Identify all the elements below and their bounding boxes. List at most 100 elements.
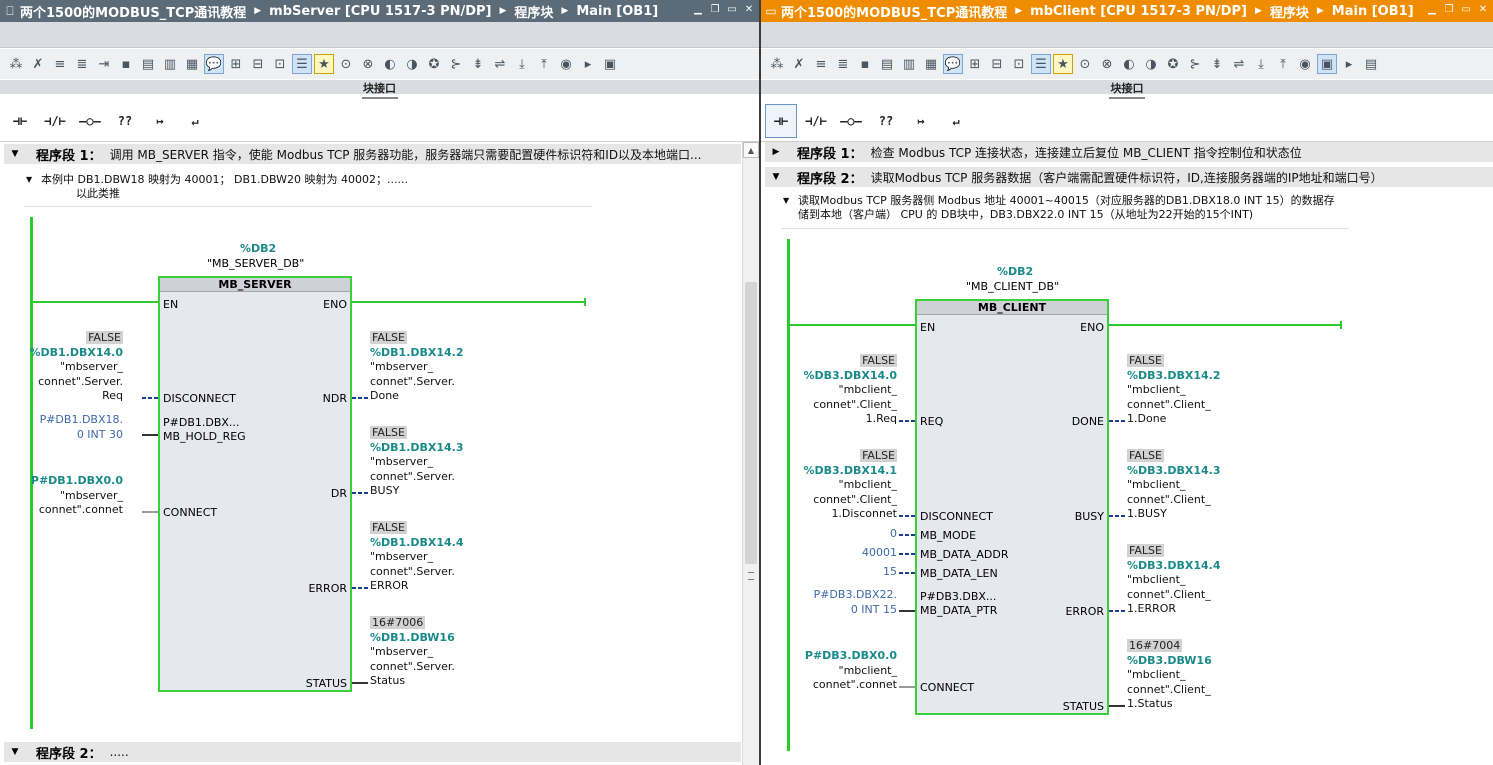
symbol-info-icon[interactable]: ▦ bbox=[182, 54, 202, 74]
expand-networks-icon[interactable]: ⊞ bbox=[226, 54, 246, 74]
ladder-editor[interactable]: ▼ 程序段 1： 调用 MB_SERVER 指令，使能 Modbus TCP 服… bbox=[4, 142, 741, 765]
next-bookmark-icon[interactable]: ◑ bbox=[1141, 54, 1161, 74]
bookmark-set-icon[interactable]: ⊙ bbox=[336, 54, 356, 74]
upload-icon[interactable]: ⤒ bbox=[1273, 54, 1293, 74]
monitor-icon[interactable]: ✪ bbox=[1163, 54, 1183, 74]
monitoring-on-icon[interactable]: ▣ bbox=[1317, 54, 1337, 74]
absolute-address-icon[interactable]: ▤ bbox=[138, 54, 158, 74]
monitoring-icon[interactable]: ◉ bbox=[1295, 54, 1315, 74]
more-icon[interactable]: ▸ bbox=[1339, 54, 1359, 74]
status-operand[interactable]: 16#7004 %DB3.DBW16 "mbclient_ connet".Cl… bbox=[1127, 639, 1212, 712]
close-branch-icon[interactable]: ↵ bbox=[179, 104, 211, 138]
monitor-icon[interactable]: ✪ bbox=[424, 54, 444, 74]
error-operand[interactable]: FALSE %DB1.DBX14.4 "mbserver_ connet".Se… bbox=[370, 521, 464, 594]
bookmark-clear-icon[interactable]: ⊗ bbox=[358, 54, 378, 74]
add-row-icon[interactable]: ≣ bbox=[833, 54, 853, 74]
minimize-icon[interactable]: ▁ bbox=[1426, 3, 1438, 16]
instance-db-name[interactable]: "MB_CLIENT_DB" bbox=[966, 280, 1059, 293]
comment-toggle-icon[interactable]: 💬 bbox=[204, 54, 224, 74]
close-icon[interactable]: ✕ bbox=[743, 3, 755, 16]
network-comments-icon[interactable]: ☰ bbox=[1031, 54, 1051, 74]
insert-row-icon[interactable]: ≡ bbox=[811, 54, 831, 74]
instance-db-address[interactable]: %DB2 bbox=[240, 242, 276, 255]
data-ptr-operand[interactable]: P#DB3.DBX22. 0 INT 15 bbox=[814, 588, 897, 617]
network-comments-icon[interactable]: ☰ bbox=[292, 54, 312, 74]
breadcrumb-device[interactable]: mbClient [CPU 1517-3 PN/DP] bbox=[1030, 4, 1247, 19]
update-calls-icon[interactable]: ⇌ bbox=[1229, 54, 1249, 74]
ndr-operand[interactable]: FALSE %DB1.DBX14.2 "mbserver_ connet".Se… bbox=[370, 331, 464, 404]
absolute-address-icon[interactable]: ▤ bbox=[877, 54, 897, 74]
disconnect-operand[interactable]: FALSE %DB1.DBX14.0 "mbserver_ connet".Se… bbox=[29, 331, 123, 404]
block-interface-bar[interactable]: 块接口 bbox=[0, 80, 759, 99]
prev-bookmark-icon[interactable]: ◐ bbox=[380, 54, 400, 74]
data-addr-operand[interactable]: 40001 bbox=[862, 546, 897, 561]
instance-db-name[interactable]: "MB_SERVER_DB" bbox=[207, 257, 304, 270]
insert-network-icon[interactable]: ⁂ bbox=[6, 54, 26, 74]
next-bookmark-icon[interactable]: ◑ bbox=[402, 54, 422, 74]
req-operand[interactable]: FALSE %DB3.DBX14.0 "mbclient_ connet".Cl… bbox=[803, 354, 897, 427]
collapse-networks-icon[interactable]: ⊟ bbox=[987, 54, 1007, 74]
empty-box-icon[interactable]: ?? bbox=[870, 104, 902, 138]
reset-icon[interactable]: ▪ bbox=[855, 54, 875, 74]
close-icon[interactable]: ✕ bbox=[1477, 3, 1489, 16]
dr-operand[interactable]: FALSE %DB1.DBX14.3 "mbserver_ connet".Se… bbox=[370, 426, 464, 499]
connect-operand[interactable]: P#DB3.DBX0.0 "mbclient_ connet".connet bbox=[805, 649, 897, 693]
breadcrumb-device[interactable]: mbServer [CPU 1517-3 PN/DP] bbox=[269, 4, 491, 19]
close-branch-icon[interactable]: ↵ bbox=[940, 104, 972, 138]
open-branch-icon[interactable]: ↦ bbox=[905, 104, 937, 138]
upload-icon[interactable]: ⤒ bbox=[534, 54, 554, 74]
tag-info-icon[interactable]: ⊡ bbox=[1009, 54, 1029, 74]
symbolic-address-icon[interactable]: ▥ bbox=[899, 54, 919, 74]
restore-icon[interactable]: ❐ bbox=[709, 3, 721, 16]
error-operand[interactable]: FALSE %DB3.DBX14.4 "mbclient_ connet".Cl… bbox=[1127, 544, 1221, 617]
favorites-icon[interactable]: ★ bbox=[314, 54, 334, 74]
download-icon[interactable]: ⤓ bbox=[1251, 54, 1271, 74]
scroll-up-icon[interactable]: ▲ bbox=[743, 142, 759, 158]
insert-row-icon[interactable]: ≡ bbox=[50, 54, 70, 74]
restore-icon[interactable]: ❐ bbox=[1443, 3, 1455, 16]
mb-client-block[interactable]: MB_CLIENT EN ENO REQ DISCONNECT MB_MODE … bbox=[915, 299, 1109, 715]
bookmark-set-icon[interactable]: ⊙ bbox=[1075, 54, 1095, 74]
network-comment[interactable]: 调用 MB_SERVER 指令，使能 Modbus TCP 服务器功能，服务器端… bbox=[110, 146, 702, 163]
comment-collapse-icon[interactable]: ▼ bbox=[26, 173, 32, 187]
expand-networks-icon[interactable]: ⊞ bbox=[965, 54, 985, 74]
breadcrumb-blocks[interactable]: 程序块 bbox=[1270, 2, 1309, 21]
breadcrumb-block[interactable]: Main [OB1] bbox=[1332, 4, 1414, 19]
insert-network-icon[interactable]: ⁂ bbox=[767, 54, 787, 74]
data-len-operand[interactable]: 15 bbox=[883, 565, 897, 580]
network-1-header[interactable]: ▶ 程序段 1： 检查 Modbus TCP 连接状态，连接建立后复位 MB_C… bbox=[765, 142, 1493, 162]
favorites-icon[interactable]: ★ bbox=[1053, 54, 1073, 74]
bookmark-clear-icon[interactable]: ⊗ bbox=[1097, 54, 1117, 74]
delete-network-icon[interactable]: ✗ bbox=[789, 54, 809, 74]
call-structure-icon[interactable]: ⊱ bbox=[446, 54, 466, 74]
no-contact-icon[interactable]: ⊣⊢ bbox=[4, 104, 36, 138]
network-2-header[interactable]: ▼ 程序段 2： 读取Modbus TCP 服务器数据（客户端需配置硬件标识符，… bbox=[765, 167, 1493, 187]
splitter-grip-icon[interactable] bbox=[361, 93, 398, 99]
collapse-icon[interactable]: ▼ bbox=[4, 747, 26, 757]
download-icon[interactable]: ⤓ bbox=[512, 54, 532, 74]
prev-bookmark-icon[interactable]: ◐ bbox=[1119, 54, 1139, 74]
empty-box-icon[interactable]: ?? bbox=[109, 104, 141, 138]
layout-icon[interactable]: ▣ bbox=[600, 54, 620, 74]
breadcrumb-project[interactable]: 两个1500的MODBUS_TCP通讯教程 bbox=[781, 2, 1007, 21]
update-calls-icon[interactable]: ⇌ bbox=[490, 54, 510, 74]
add-row-icon[interactable]: ≣ bbox=[72, 54, 92, 74]
network-comment[interactable]: 检查 Modbus TCP 连接状态，连接建立后复位 MB_CLIENT 指令控… bbox=[871, 144, 1302, 161]
delete-network-icon[interactable]: ✗ bbox=[28, 54, 48, 74]
symbolic-address-icon[interactable]: ▥ bbox=[160, 54, 180, 74]
network-2-header[interactable]: ▼ 程序段 2： ..... bbox=[4, 742, 741, 762]
vertical-scrollbar[interactable]: ▲ bbox=[742, 142, 759, 765]
expand-icon[interactable]: ▶ bbox=[765, 147, 787, 157]
call-structure-icon[interactable]: ⊱ bbox=[1185, 54, 1205, 74]
instance-db-address[interactable]: %DB2 bbox=[997, 265, 1033, 278]
no-contact-icon[interactable]: ⊣⊢ bbox=[765, 103, 797, 138]
scroll-thumb[interactable] bbox=[745, 282, 757, 564]
nc-contact-icon[interactable]: ⊣/⊢ bbox=[800, 104, 832, 138]
breadcrumb-project[interactable]: 两个1500的MODBUS_TCP通讯教程 bbox=[20, 2, 246, 21]
breadcrumb-block[interactable]: Main [OB1] bbox=[576, 4, 658, 19]
collapse-icon[interactable]: ▼ bbox=[765, 172, 787, 182]
network-2-comment[interactable]: ▼ 读取Modbus TCP 服务器侧 Modbus 地址 40001~4001… bbox=[783, 194, 1335, 222]
network-comment[interactable]: ..... bbox=[110, 745, 129, 759]
comment-toggle-icon[interactable]: 💬 bbox=[943, 54, 963, 74]
network-comment[interactable]: 读取Modbus TCP 服务器数据（客户端需配置硬件标识符，ID,连接服务器端… bbox=[871, 169, 1383, 186]
